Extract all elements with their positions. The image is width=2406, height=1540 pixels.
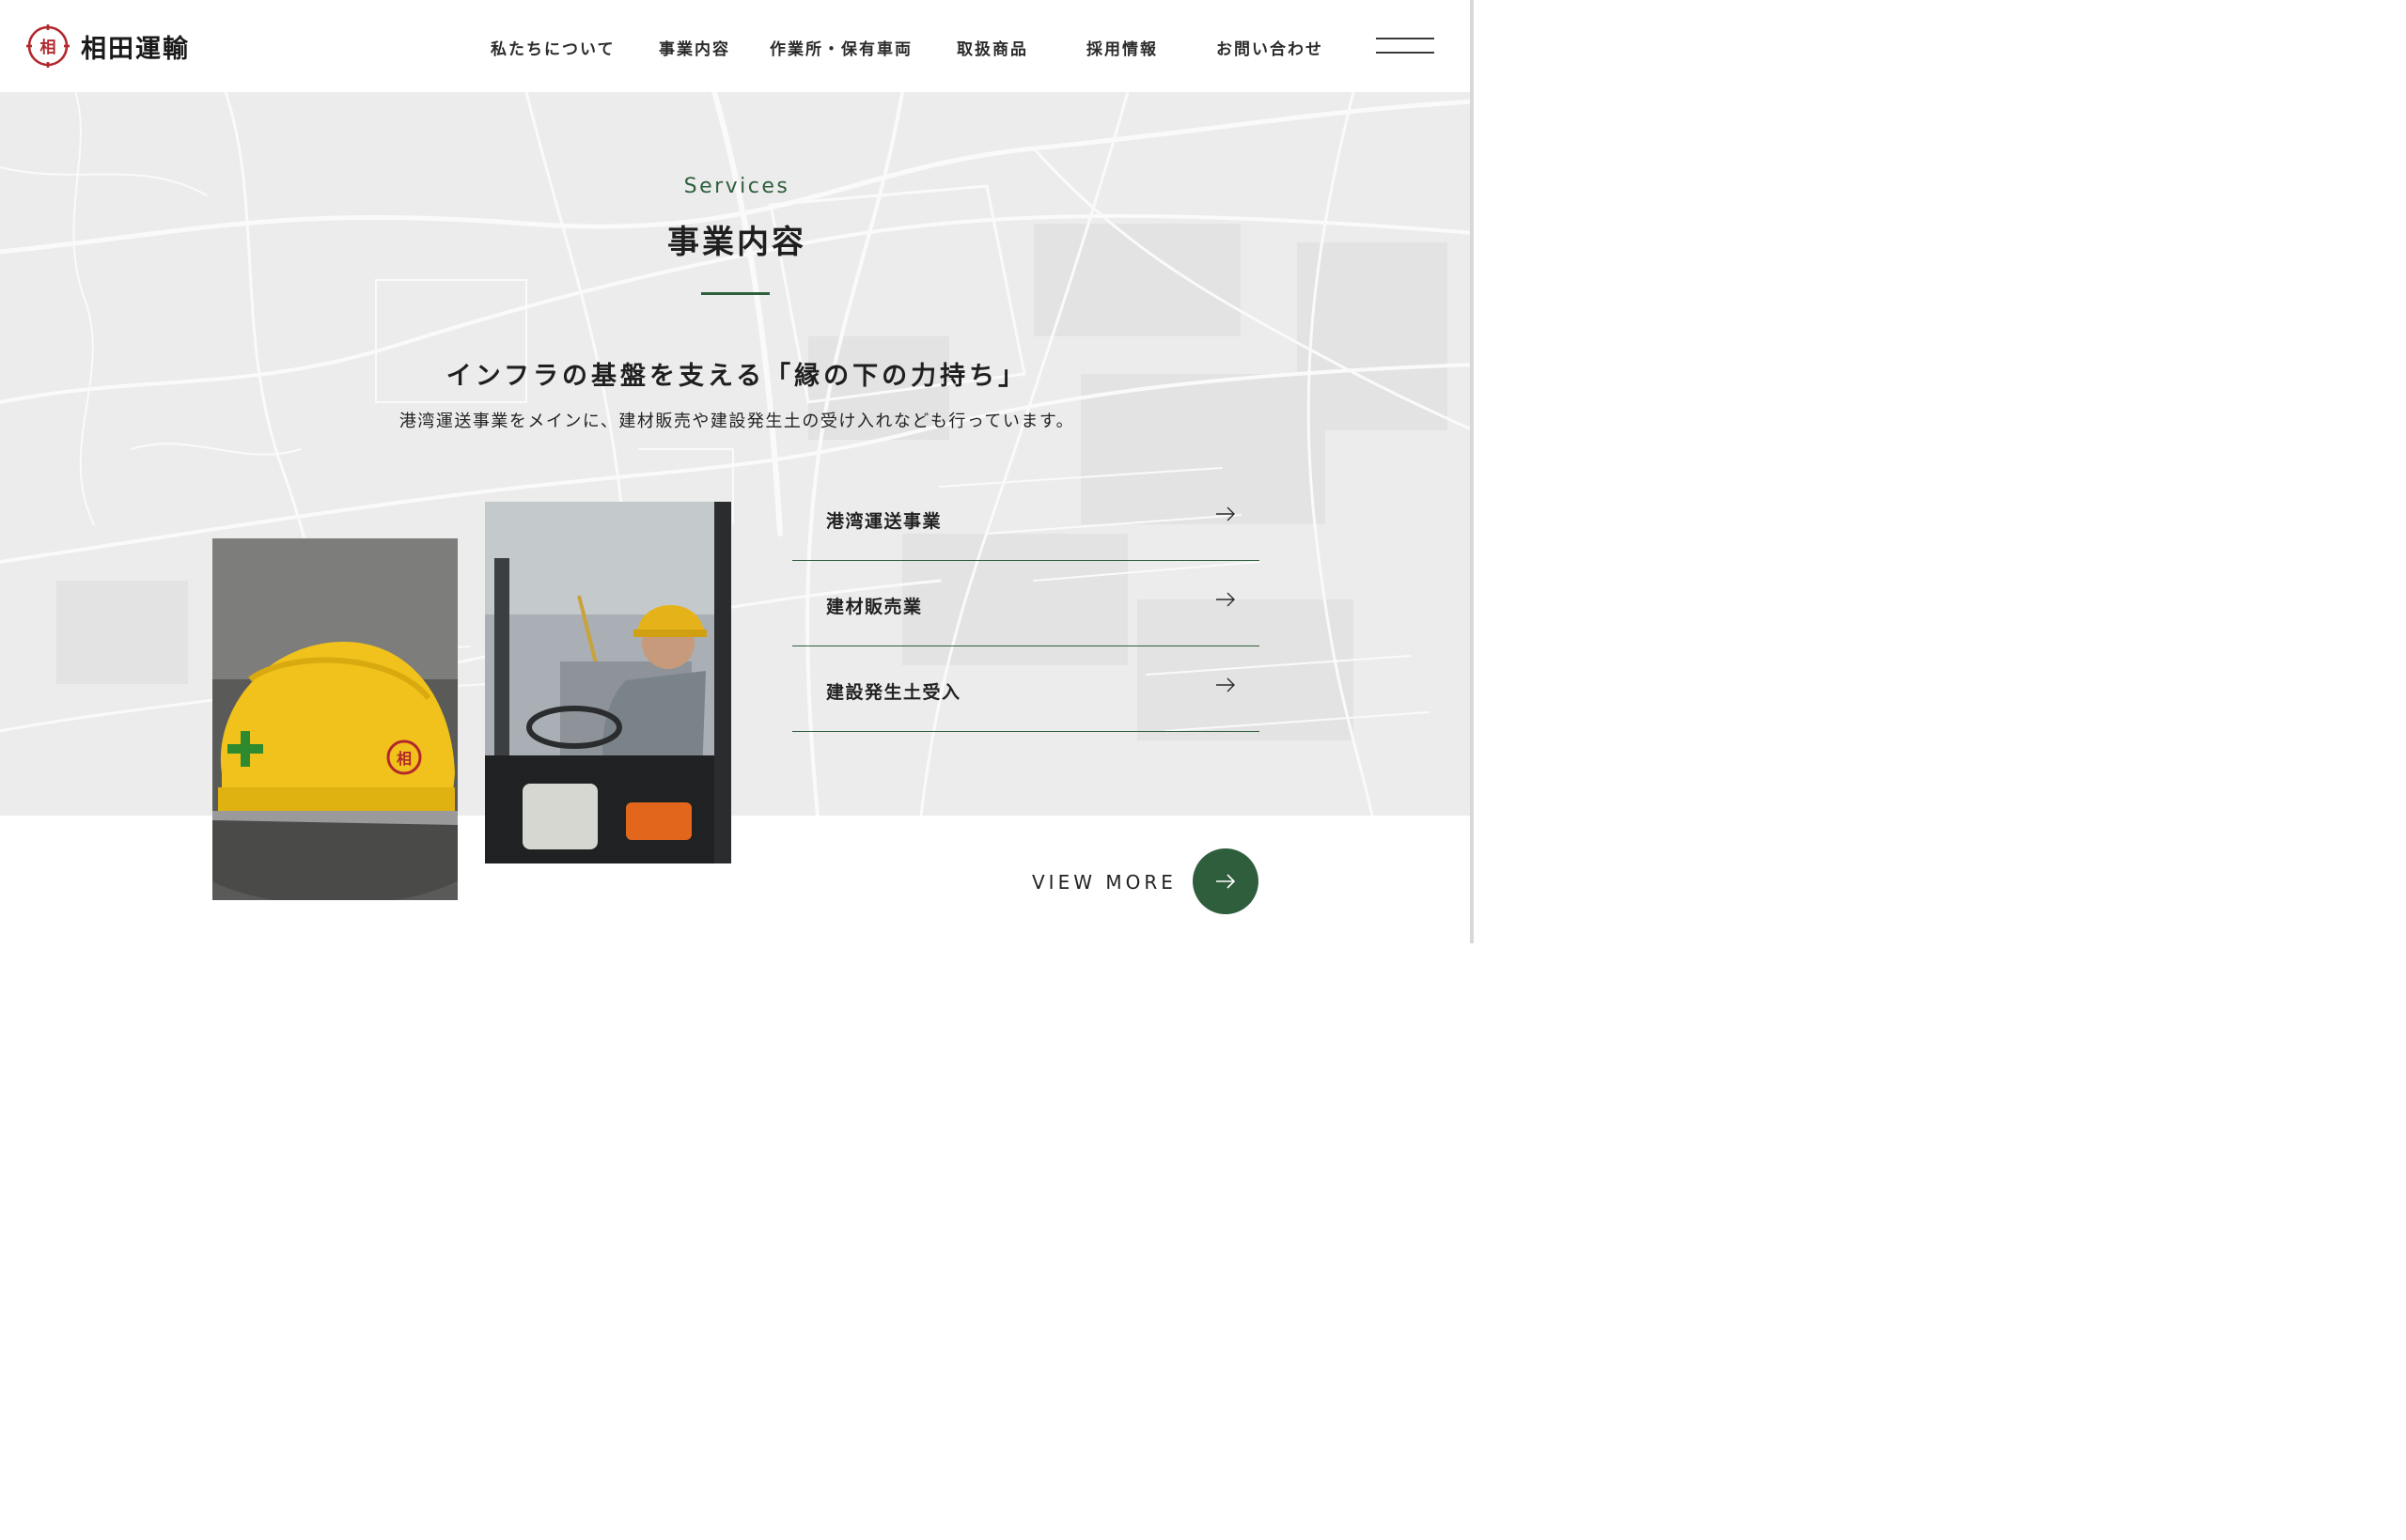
service-label: 建材販売業 bbox=[826, 597, 923, 617]
service-link-building-materials[interactable]: 建材販売業 bbox=[792, 561, 1259, 646]
svg-text:相: 相 bbox=[397, 750, 412, 768]
nav-item-services[interactable]: 事業内容 bbox=[659, 36, 730, 59]
main-nav: 私たちについて 事業内容 作業所・保有車両 取扱商品 採用情報 お問い合わせ bbox=[0, 36, 1474, 59]
services-list: 港湾運送事業 建材販売業 建設発生土受入 bbox=[792, 475, 1259, 732]
view-more-circle bbox=[1193, 848, 1258, 914]
section-title: 事業内容 bbox=[667, 224, 806, 261]
service-label: 港湾運送事業 bbox=[826, 511, 943, 532]
site-header: 相 相田運輸 私たちについて 事業内容 作業所・保有車両 取扱商品 採用情報 お… bbox=[0, 0, 1474, 92]
nav-item-facilities[interactable]: 作業所・保有車両 bbox=[770, 36, 913, 59]
service-link-soil-acceptance[interactable]: 建設発生土受入 bbox=[792, 646, 1259, 732]
service-link-port-transport[interactable]: 港湾運送事業 bbox=[792, 475, 1259, 561]
services-lead: インフラの基盤を支える「縁の下の力持ち」 bbox=[445, 362, 1028, 391]
view-more-button[interactable]: VIEW MORE bbox=[1032, 848, 1260, 914]
hamburger-menu-icon[interactable] bbox=[1376, 36, 1434, 56]
arrow-right-icon bbox=[1216, 592, 1235, 607]
view-more-label: VIEW MORE bbox=[1032, 871, 1177, 894]
title-divider bbox=[701, 292, 770, 295]
arrow-right-icon bbox=[1216, 506, 1235, 521]
driver-photo bbox=[485, 502, 731, 863]
service-label: 建設発生土受入 bbox=[826, 682, 961, 703]
helmet-photo: 相 bbox=[212, 538, 458, 900]
services-description: 港湾運送事業をメインに、建材販売や建設発生土の受け入れなども行っています。 bbox=[398, 412, 1075, 431]
window-edge bbox=[1470, 0, 1474, 943]
section-subtitle: Services bbox=[683, 175, 790, 198]
nav-item-about[interactable]: 私たちについて bbox=[491, 36, 616, 59]
arrow-right-icon bbox=[1216, 874, 1236, 889]
nav-item-contact[interactable]: お問い合わせ bbox=[1216, 36, 1323, 59]
nav-item-products[interactable]: 取扱商品 bbox=[957, 36, 1028, 59]
arrow-right-icon bbox=[1216, 677, 1235, 692]
nav-item-recruit[interactable]: 採用情報 bbox=[1086, 36, 1158, 59]
